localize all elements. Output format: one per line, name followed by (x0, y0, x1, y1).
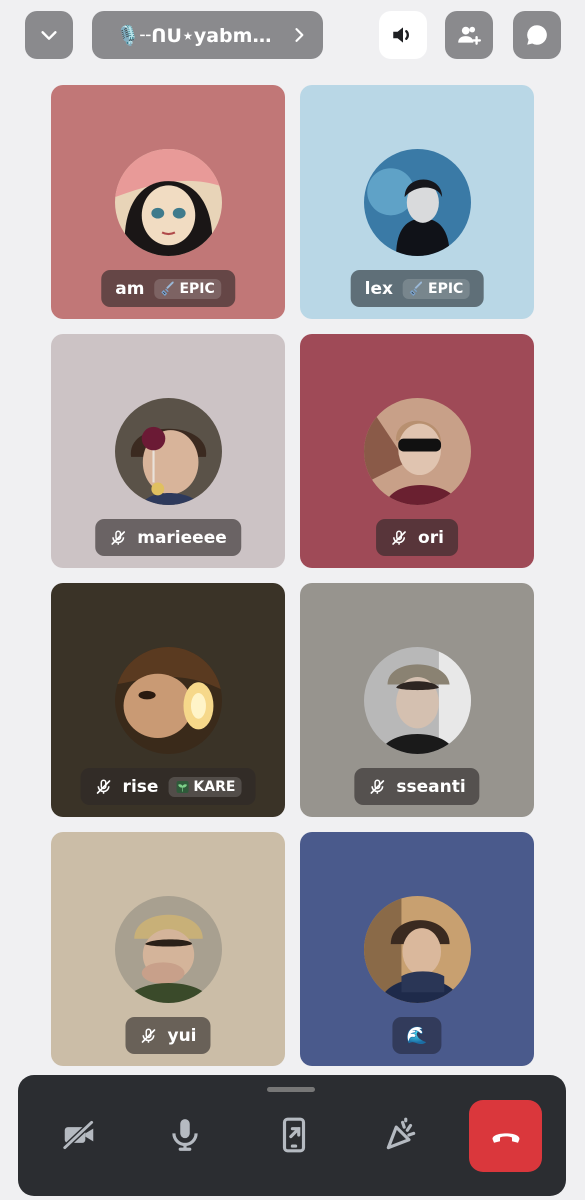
drag-handle[interactable] (267, 1087, 315, 1092)
participant-name: 🌊 (406, 1025, 428, 1046)
participant-label: 🌊 (392, 1017, 442, 1054)
chevron-right-icon (295, 28, 304, 42)
call-controls (18, 1075, 566, 1196)
mic-muted-icon (109, 529, 127, 547)
participant-tile[interactable]: lex EPIC (300, 85, 534, 319)
participant-label: am EPIC (101, 270, 235, 307)
microphone-button[interactable] (155, 1103, 215, 1167)
sword-icon (410, 281, 423, 296)
participant-tile[interactable]: marieeee (51, 334, 285, 568)
sprout-icon (176, 780, 189, 793)
participant-tile[interactable]: sseanti (300, 583, 534, 817)
participant-name: sseanti (396, 776, 466, 797)
soundboard-icon (386, 1117, 416, 1150)
mic-muted-icon (368, 778, 386, 796)
mic-muted-icon (139, 1027, 157, 1045)
participant-label: rise KARE (80, 768, 256, 805)
invite-button[interactable] (445, 11, 493, 59)
participant-name: rise (122, 776, 159, 797)
profile-badge: EPIC (403, 278, 470, 299)
participant-tile[interactable]: 🌊 (300, 832, 534, 1066)
participant-tile[interactable]: yui (51, 832, 285, 1066)
hang-up-icon (492, 1133, 519, 1143)
hang-up-button[interactable] (469, 1100, 542, 1172)
collapse-button[interactable] (25, 11, 73, 59)
avatar (364, 398, 471, 505)
participant-label: marieeee (95, 519, 241, 556)
participant-tile[interactable]: am EPIC (51, 85, 285, 319)
chevron-down-icon (41, 31, 57, 40)
participant-tile[interactable]: ori (300, 334, 534, 568)
participant-label: sseanti (354, 768, 480, 805)
add-user-icon (458, 26, 482, 45)
camera-toggle-button[interactable] (49, 1103, 109, 1167)
screen-share-icon (282, 1117, 306, 1153)
call-header: 🎙️╌ᑎᑌ⋆yabm… (0, 11, 585, 59)
participant-label: lex EPIC (350, 270, 484, 307)
screen-share-button[interactable] (264, 1103, 324, 1167)
participant-tile[interactable]: rise KARE (51, 583, 285, 817)
avatar (115, 647, 222, 754)
channel-name-button[interactable]: 🎙️╌ᑎᑌ⋆yabm… (92, 11, 323, 59)
avatar (115, 398, 222, 505)
participant-label: yui (125, 1017, 211, 1054)
microphone-icon (172, 1119, 198, 1151)
mic-muted-icon (390, 529, 408, 547)
participant-name: marieeee (137, 527, 227, 548)
sword-icon (161, 281, 174, 296)
avatar (364, 149, 471, 256)
avatar (115, 149, 222, 256)
soundboard-button[interactable] (371, 1103, 431, 1167)
participant-label: ori (376, 519, 458, 556)
avatar (364, 647, 471, 754)
channel-name: 🎙️╌ᑎᑌ⋆yabm… (116, 24, 272, 47)
profile-badge: KARE (168, 776, 242, 797)
participant-name: am (115, 278, 145, 299)
participant-name: ori (418, 527, 444, 548)
chat-icon (527, 25, 547, 45)
avatar (115, 896, 222, 1003)
camera-off-icon (62, 1120, 94, 1150)
chat-button[interactable] (513, 11, 561, 59)
profile-badge: EPIC (154, 278, 221, 299)
participant-grid: am EPIC lex EPIC marieeee ori rise KARE … (51, 85, 534, 1066)
participant-name: yui (167, 1025, 197, 1046)
participant-name: lex (364, 278, 394, 299)
mic-muted-icon (95, 778, 113, 796)
speaker-icon (393, 27, 409, 43)
avatar (364, 896, 471, 1003)
speaker-button[interactable] (379, 11, 427, 59)
